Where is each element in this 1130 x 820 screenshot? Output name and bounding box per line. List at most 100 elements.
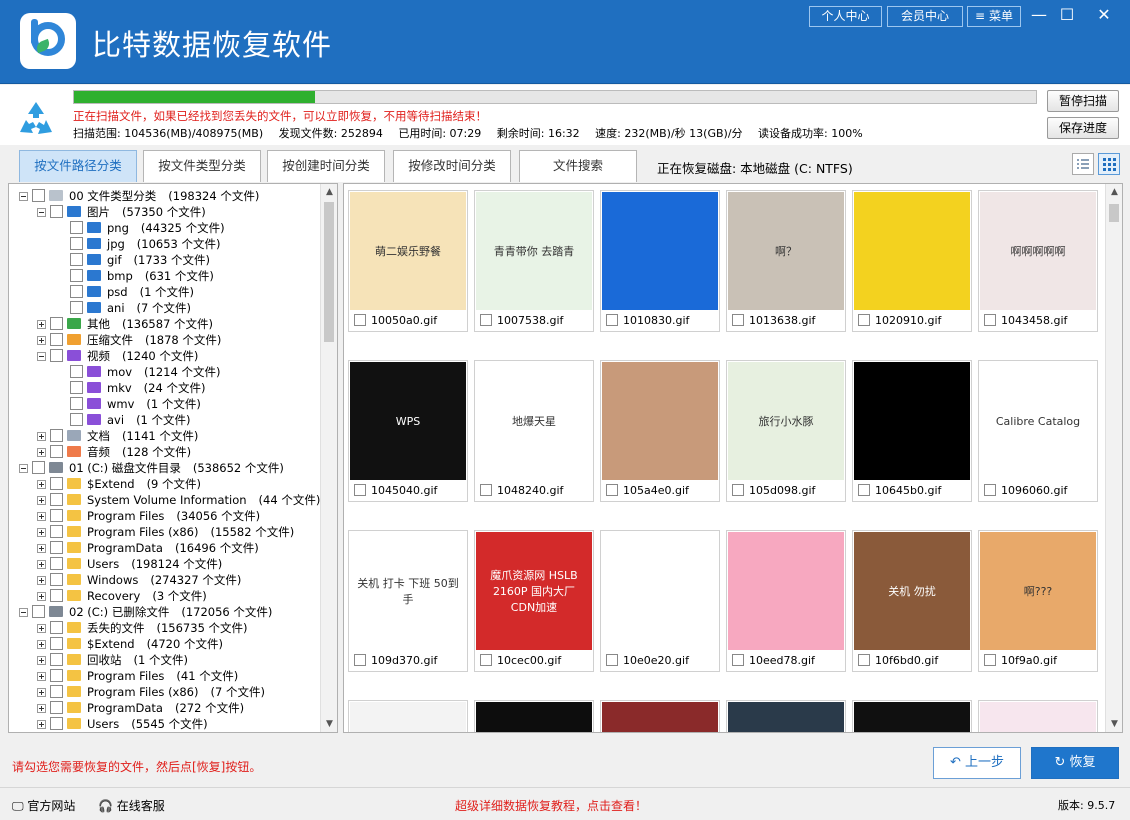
expand-icon[interactable] <box>37 656 46 665</box>
file-checkbox[interactable] <box>606 654 618 666</box>
recover-button[interactable]: ↻ 恢复 <box>1031 747 1119 779</box>
file-card[interactable]: 青青带你 去踏青 1007538.gif <box>474 190 594 332</box>
tree-checkbox[interactable] <box>50 477 63 490</box>
tree-item[interactable]: 视频 (1240 个文件) <box>37 348 198 364</box>
file-card[interactable]: 啊??? 10f9a0.gif <box>978 530 1098 672</box>
collapse-icon[interactable] <box>19 608 28 617</box>
tree-checkbox[interactable] <box>70 301 83 314</box>
tree-checkbox[interactable] <box>70 397 83 410</box>
file-checkbox[interactable] <box>354 484 366 496</box>
menu-button[interactable]: ≡ 菜单 <box>967 6 1021 27</box>
expand-icon[interactable] <box>37 576 46 585</box>
file-checkbox[interactable] <box>732 654 744 666</box>
tree-checkbox[interactable] <box>50 637 63 650</box>
tree-item[interactable]: 压缩文件 (1878 个文件) <box>37 332 221 348</box>
tree-checkbox[interactable] <box>50 349 63 362</box>
expand-icon[interactable] <box>37 720 46 729</box>
tree-checkbox[interactable] <box>32 461 45 474</box>
file-card[interactable] <box>474 700 594 732</box>
expand-icon[interactable] <box>37 640 46 649</box>
tree-item[interactable]: 00 文件类型分类 (198324 个文件) <box>19 188 259 204</box>
file-card[interactable]: 10eed78.gif <box>726 530 846 672</box>
tree-checkbox[interactable] <box>70 381 83 394</box>
file-card[interactable] <box>600 700 720 732</box>
tree-item[interactable]: $Extend (9 个文件) <box>37 476 201 492</box>
expand-icon[interactable] <box>37 528 46 537</box>
tree-item[interactable]: 文档 (1141 个文件) <box>37 428 198 444</box>
file-checkbox[interactable] <box>984 314 996 326</box>
tree-checkbox[interactable] <box>50 589 63 602</box>
pause-scan-button[interactable]: 暂停扫描 <box>1047 90 1119 112</box>
expand-icon[interactable] <box>37 496 46 505</box>
file-checkbox[interactable] <box>606 484 618 496</box>
expand-icon[interactable] <box>37 624 46 633</box>
tree-scroll-thumb[interactable] <box>324 202 334 342</box>
tutorial-link[interactable]: 超级详细数据恢复教程，点击查看！ <box>455 797 647 814</box>
file-card[interactable]: 萌二娱乐野餐 10050a0.gif <box>348 190 468 332</box>
tree-checkbox[interactable] <box>32 189 45 202</box>
collapse-icon[interactable] <box>37 352 46 361</box>
tree-checkbox[interactable] <box>50 429 63 442</box>
tree-item[interactable]: Program Files (41 个文件) <box>37 668 238 684</box>
expand-icon[interactable] <box>37 672 46 681</box>
tree-item[interactable]: 丢失的文件 (156735 个文件) <box>37 620 248 636</box>
file-card[interactable]: Calibre Catalog 1096060.gif <box>978 360 1098 502</box>
file-card[interactable]: 关机 勿扰 10f6bd0.gif <box>852 530 972 672</box>
file-card[interactable]: 1020910.gif <box>852 190 972 332</box>
tree-item[interactable]: png (44325 个文件) <box>57 220 225 236</box>
file-checkbox[interactable] <box>480 654 492 666</box>
tree-item[interactable]: Users (5545 个文件) <box>37 716 208 732</box>
expand-icon[interactable] <box>37 320 46 329</box>
collapse-icon[interactable] <box>37 208 46 217</box>
tree-item[interactable]: ProgramData (272 个文件) <box>37 700 244 716</box>
expand-icon[interactable] <box>37 560 46 569</box>
tree-checkbox[interactable] <box>50 701 63 714</box>
tree-item[interactable]: Program Files (x86) (15582 个文件) <box>37 524 294 540</box>
collapse-icon[interactable] <box>19 192 28 201</box>
tree-item[interactable]: bmp (631 个文件) <box>57 268 214 284</box>
expand-icon[interactable] <box>37 704 46 713</box>
tab-by-created-time[interactable]: 按创建时间分类 <box>267 150 385 182</box>
tree-checkbox[interactable] <box>50 653 63 666</box>
grid-scroll-thumb[interactable] <box>1109 204 1119 222</box>
file-card[interactable] <box>348 700 468 732</box>
tree-checkbox[interactable] <box>50 445 63 458</box>
tree-checkbox[interactable] <box>50 669 63 682</box>
tree-item[interactable]: Recovery (3 个文件) <box>37 588 207 604</box>
file-card[interactable] <box>852 700 972 732</box>
tree-checkbox[interactable] <box>50 557 63 570</box>
tree-checkbox[interactable] <box>50 509 63 522</box>
tree-checkbox[interactable] <box>70 253 83 266</box>
tree-item[interactable]: ani (7 个文件) <box>57 300 191 316</box>
expand-icon[interactable] <box>37 336 46 345</box>
tree-checkbox[interactable] <box>50 493 63 506</box>
tree-item[interactable]: avi (1 个文件) <box>57 412 191 428</box>
tree-item[interactable]: $Extend (4720 个文件) <box>37 636 223 652</box>
tree-item[interactable]: jpg (10653 个文件) <box>57 236 221 252</box>
tree-checkbox[interactable] <box>50 541 63 554</box>
expand-icon[interactable] <box>37 592 46 601</box>
tree-item[interactable]: Program Files (34056 个文件) <box>37 508 260 524</box>
file-checkbox[interactable] <box>354 314 366 326</box>
tree-checkbox[interactable] <box>50 573 63 586</box>
tree-item[interactable]: 其他 (136587 个文件) <box>37 316 213 332</box>
tree-item[interactable]: mkv (24 个文件) <box>57 380 205 396</box>
file-card[interactable] <box>978 700 1098 732</box>
file-checkbox[interactable] <box>984 654 996 666</box>
file-card[interactable]: WPS 1045040.gif <box>348 360 468 502</box>
file-card[interactable]: 地爆天星 1048240.gif <box>474 360 594 502</box>
expand-icon[interactable] <box>37 544 46 553</box>
file-card[interactable]: 旅行小水豚 105d098.gif <box>726 360 846 502</box>
tree-item[interactable]: System Volume Information (44 个文件) <box>37 492 320 508</box>
back-button[interactable]: ↶ 上一步 <box>933 747 1021 779</box>
file-card[interactable]: 10645b0.gif <box>852 360 972 502</box>
personal-center-button[interactable]: 个人中心 <box>809 6 882 27</box>
file-checkbox[interactable] <box>480 314 492 326</box>
tree-item[interactable]: 音频 (128 个文件) <box>37 444 191 460</box>
save-progress-button[interactable]: 保存进度 <box>1047 117 1119 139</box>
tree-checkbox[interactable] <box>70 221 83 234</box>
tree-item[interactable]: 图片 (57350 个文件) <box>37 204 206 220</box>
file-card[interactable]: 魔爪资源网 HSLB 2160P 国内大厂 CDN加速 10cec00.gif <box>474 530 594 672</box>
expand-icon[interactable] <box>37 480 46 489</box>
tree-item[interactable]: 回收站 (1 个文件) <box>37 652 188 668</box>
